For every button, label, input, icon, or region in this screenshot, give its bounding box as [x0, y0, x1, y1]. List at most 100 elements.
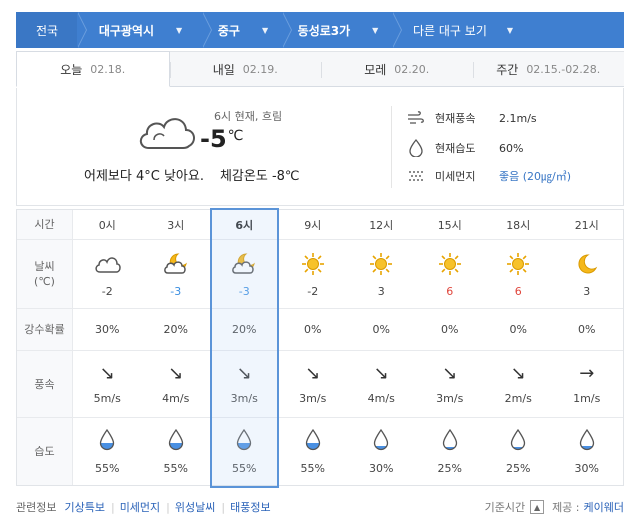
- hour-rain-probability: 20%: [232, 323, 257, 336]
- hour-label: 15시: [437, 218, 462, 232]
- hour-temperature: -3: [238, 284, 250, 298]
- current-temperature: -5℃: [200, 125, 244, 153]
- hour-weather: 3: [347, 240, 416, 308]
- arrow-down-right-icon: ↘: [168, 362, 184, 384]
- footer: 관련정보 기상특보 | 미세먼지 | 위성날씨 | 태풍정보 기준시간 ▲ 제공 : …: [16, 499, 624, 515]
- hour-label: 21시: [574, 218, 599, 232]
- sun-icon: [506, 251, 530, 277]
- hour-temperature: 3: [377, 284, 385, 298]
- hour-rain-probability: 0%: [578, 323, 596, 336]
- provider-link[interactable]: 케이웨더: [584, 499, 624, 515]
- arrow-down-right-icon: ↘: [236, 362, 252, 384]
- hour-rain-probability: 20%: [163, 323, 188, 336]
- hour-wind-speed: 4m/s: [367, 391, 395, 405]
- dropdown-arrow-icon: ▼: [176, 25, 183, 35]
- breadcrumb-district[interactable]: 중구 ▼: [203, 12, 292, 48]
- dropdown-arrow-icon: ▼: [506, 25, 514, 35]
- base-time-toggle-icon[interactable]: ▲: [530, 500, 545, 514]
- hour-humidity-value: 30%: [574, 461, 599, 475]
- hour-wind-speed: 3m/s: [230, 391, 258, 405]
- sun-icon: [301, 251, 325, 277]
- arrow-down-right-icon: ↘: [305, 362, 321, 384]
- hour-wind-speed: 2m/s: [504, 391, 532, 405]
- hour-temperature: -2: [101, 284, 113, 298]
- location-breadcrumb: 전국 대구광역시 ▼ 중구 ▼ 동성로3가 ▼ 다른 대구 보기 ▼: [16, 12, 624, 48]
- temperature-comparison: 어제보다 4°C 낮아요. 체감온도 -8℃: [84, 169, 300, 184]
- weather-row: 날씨 (℃) -2 -3 -3 -2 3 6 6 3: [17, 239, 623, 308]
- hour-humidity: 25%: [484, 418, 553, 485]
- breadcrumb-town[interactable]: 동성로3가 ▼: [283, 12, 402, 48]
- hour-temperature: -2: [307, 284, 319, 298]
- tab-today[interactable]: 오늘 02.18.: [16, 51, 170, 87]
- partly-cloudy-night-icon: [162, 251, 190, 277]
- tab-weekly[interactable]: 주간 02.15.-02.28.: [472, 51, 624, 86]
- hour-humidity-value: 55%: [232, 461, 257, 475]
- hour-wind: ↘ 3m/s: [416, 351, 485, 417]
- link-fine-dust[interactable]: 미세먼지: [120, 499, 160, 515]
- date-tabs: 오늘 02.18. 내일 02.19. 모레 02.20. 주간 02.15.-02.2…: [16, 51, 624, 87]
- divider: [391, 106, 392, 188]
- hour-wind: ↘ 4m/s: [142, 351, 211, 417]
- breadcrumb-country[interactable]: 전국: [16, 12, 87, 48]
- wind-row: 풍속 ↘ 5m/s ↘ 4m/s ↘ 3m/s ↘ 3m/s ↘ 4m/s ↘ 3m/s ↘ 2m/s → 1…: [17, 350, 623, 417]
- link-typhoon[interactable]: 태풍정보: [230, 499, 270, 515]
- hour-humidity: 30%: [553, 418, 622, 485]
- hour-humidity-value: 55%: [95, 461, 120, 475]
- hour-humidity-value: 25%: [506, 461, 531, 475]
- dropdown-arrow-icon: ▼: [372, 25, 379, 35]
- hour-rain-probability: 30%: [95, 323, 120, 336]
- hour-wind: → 1m/s: [553, 351, 622, 417]
- arrow-down-right-icon: ↘: [373, 362, 389, 384]
- hour-label: 0시: [98, 218, 116, 232]
- hour-wind-speed: 3m/s: [299, 391, 327, 405]
- breadcrumb-city[interactable]: 대구광역시 ▼: [78, 12, 212, 48]
- hour-rain-probability: 0%: [441, 323, 459, 336]
- hour-weather: -3: [142, 240, 211, 308]
- hour-wind: ↘ 4m/s: [347, 351, 416, 417]
- tab-tomorrow[interactable]: 내일 02.19.: [169, 51, 321, 86]
- hour-temperature: 6: [446, 284, 454, 298]
- feels-like: 체감온도 -8℃: [219, 169, 300, 184]
- hour-wind: ↘ 3m/s: [210, 351, 279, 417]
- wind-stat: 현재풍속 2.1m/s: [405, 110, 537, 126]
- hour-humidity-value: 30%: [369, 461, 394, 475]
- hour-weather: -2: [73, 240, 142, 308]
- wind-icon: [405, 111, 427, 125]
- humidity-stat: 현재습도 60%: [405, 139, 523, 157]
- hour-humidity: 55%: [210, 418, 279, 485]
- moon-icon: [576, 251, 598, 277]
- hour-humidity: 55%: [142, 418, 211, 485]
- hour-label: 12시: [369, 218, 394, 232]
- hour-wind-speed: 5m/s: [93, 391, 121, 405]
- water-drop-icon: [510, 428, 526, 454]
- water-drop-icon: [236, 428, 252, 454]
- hour-weather: -3: [210, 240, 279, 308]
- link-weather-warning[interactable]: 기상특보: [64, 499, 104, 515]
- water-drop-icon: [405, 139, 427, 157]
- arrow-down-right-icon: ↘: [510, 362, 526, 384]
- link-satellite[interactable]: 위성날씨: [175, 499, 215, 515]
- dust-stat: 미세먼지 좋음 (20㎍/㎥): [405, 168, 571, 184]
- hour-humidity: 55%: [279, 418, 348, 485]
- hour-temperature: 6: [514, 284, 522, 298]
- hour-weather: 6: [484, 240, 553, 308]
- hour-humidity-value: 25%: [437, 461, 462, 475]
- current-time-condition: 6시 현재, 흐림: [214, 110, 283, 123]
- sun-icon: [438, 251, 462, 277]
- sun-icon: [369, 251, 393, 277]
- hour-rain-probability: 0%: [304, 323, 322, 336]
- dust-link[interactable]: 좋음 (20㎍/㎥): [499, 168, 571, 184]
- footer-right: 기준시간 ▲ 제공 : 케이웨더: [484, 499, 624, 515]
- other-region-selector[interactable]: 다른 대구 보기 ▼: [393, 12, 533, 48]
- hour-temperature: -3: [170, 284, 182, 298]
- water-drop-icon: [305, 428, 321, 454]
- current-weather-summary: 6시 현재, 흐림 -5℃ 어제보다 4°C 낮아요. 체감온도 -8℃ 현재풍속…: [16, 88, 624, 206]
- hour-humidity: 30%: [347, 418, 416, 485]
- water-drop-icon: [99, 428, 115, 454]
- hour-wind: ↘ 3m/s: [279, 351, 348, 417]
- hour-humidity-value: 55%: [300, 461, 325, 475]
- hour-wind: ↘ 2m/s: [484, 351, 553, 417]
- time-row: 시간 0시 3시 6시 9시 12시 15시 18시 21시: [17, 210, 623, 239]
- partly-cloudy-night-icon: [230, 251, 258, 277]
- tab-day-after[interactable]: 모레 02.20.: [321, 51, 473, 86]
